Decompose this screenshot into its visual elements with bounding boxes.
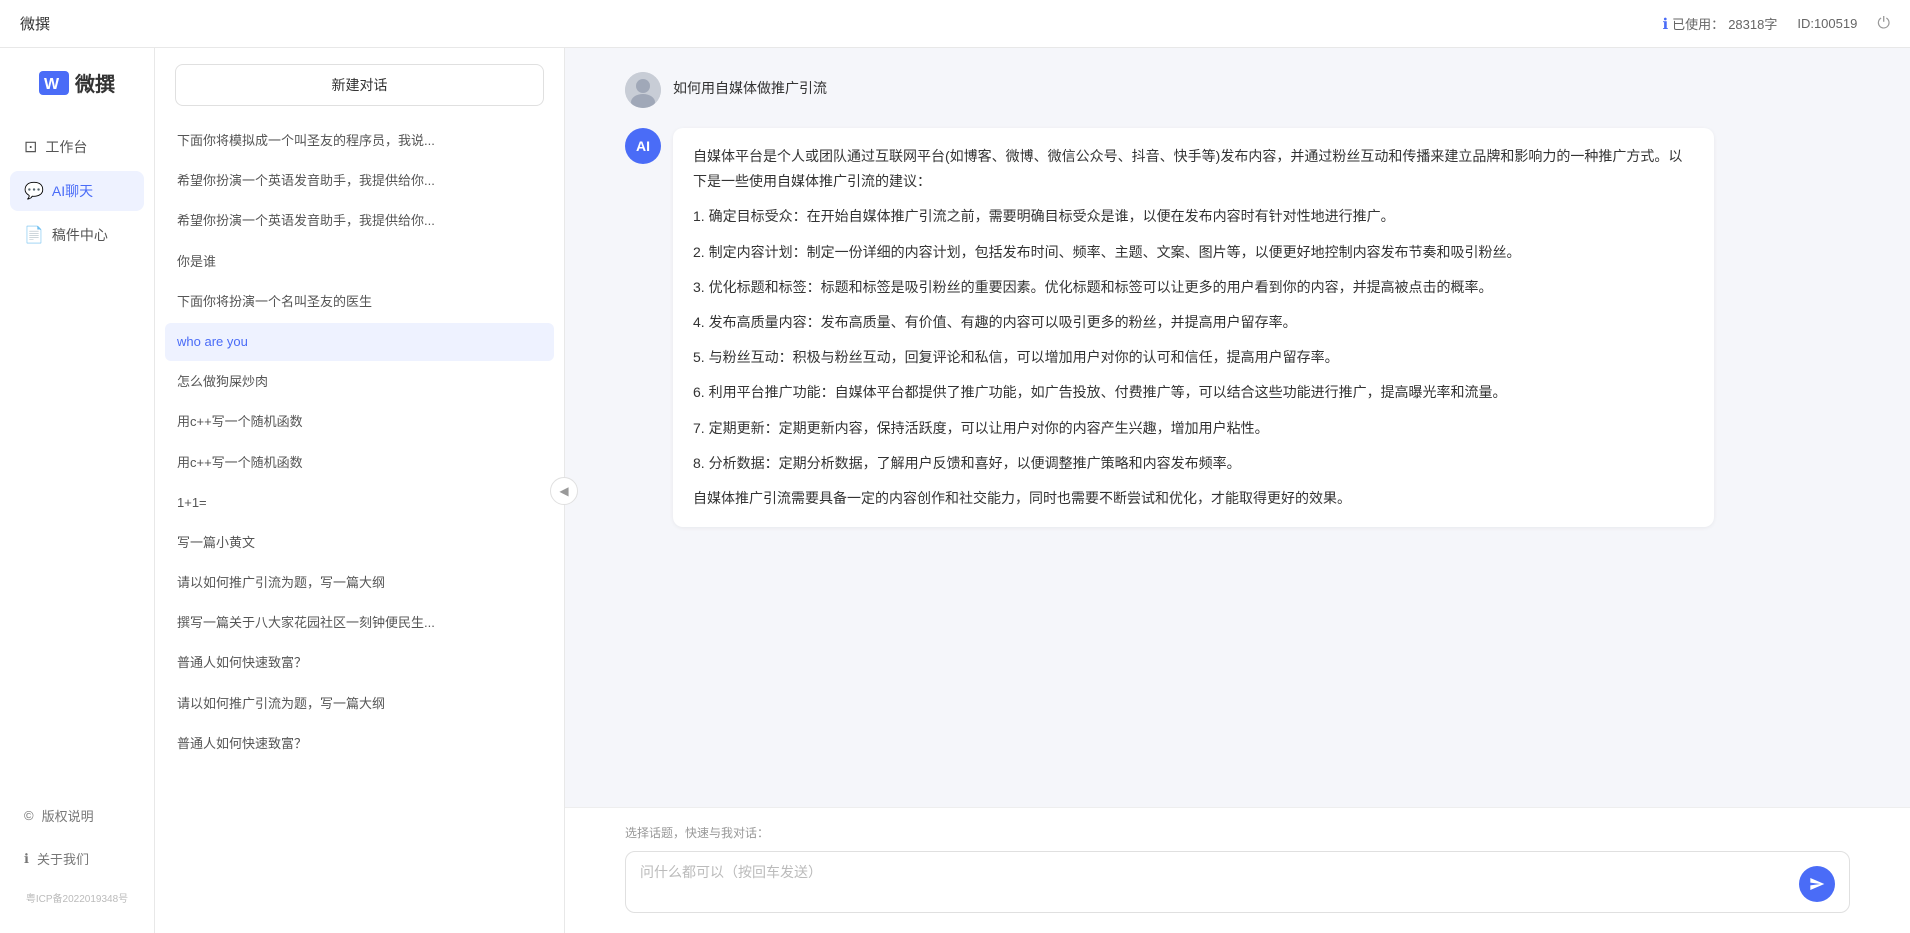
logo-icon: W <box>39 71 69 95</box>
new-chat-button[interactable]: 新建对话 <box>175 64 544 106</box>
svg-text:W: W <box>44 76 60 93</box>
sidebar-item-label: 稿件中心 <box>52 225 108 245</box>
user-message: 如何用自媒体做推广引流 <box>625 72 1850 108</box>
sidebar-item-label: AI聊天 <box>52 181 93 201</box>
main-layout: W 微撰 ⊡ 工作台 💬 AI聊天 📄 稿件中心 © 版权说明 <box>0 48 1910 933</box>
history-list: 下面你将模拟成一个叫圣友的程序员，我说...希望你扮演一个英语发音助手，我提供给… <box>155 122 564 933</box>
send-button[interactable] <box>1799 866 1835 902</box>
history-item[interactable]: 下面你将模拟成一个叫圣友的程序员，我说... <box>165 122 554 160</box>
ai-bubble: 自媒体平台是个人或团队通过互联网平台(如博客、微博、微信公众号、抖音、快手等)发… <box>673 128 1714 527</box>
logo-text: 微撰 <box>75 68 115 97</box>
chat-icon: 💬 <box>24 181 44 201</box>
history-item[interactable]: 希望你扮演一个英语发音助手，我提供给你... <box>165 202 554 240</box>
sidebar-item-ai-chat[interactable]: 💬 AI聊天 <box>10 171 144 211</box>
history-item[interactable]: 请以如何推广引流为题，写一篇大纲 <box>165 564 554 602</box>
chat-messages: 如何用自媒体做推广引流 AI 自媒体平台是个人或团队通过互联网平台(如博客、微博… <box>565 48 1910 807</box>
sidebar-about[interactable]: ℹ 关于我们 <box>10 839 144 878</box>
usage-icon: ℹ <box>1662 15 1668 33</box>
sidebar-item-workbench[interactable]: ⊡ 工作台 <box>10 127 144 167</box>
ai-paragraph: 4. 发布高质量内容：发布高质量、有价值、有趣的内容可以吸引更多的粉丝，并提高用… <box>693 310 1694 335</box>
user-message-text: 如何用自媒体做推广引流 <box>673 80 827 96</box>
input-box <box>625 851 1850 913</box>
chat-panel: 如何用自媒体做推广引流 AI 自媒体平台是个人或团队通过互联网平台(如博客、微博… <box>565 48 1910 933</box>
quick-topics-label: 选择话题，快速与我对话： <box>625 824 1850 841</box>
send-icon <box>1809 876 1825 892</box>
ai-paragraph: 自媒体推广引流需要具备一定的内容创作和社交能力，同时也需要不断尝试和优化，才能取… <box>693 486 1694 511</box>
sidebar-item-label: 工作台 <box>45 137 87 157</box>
about-icon: ℹ <box>24 851 29 867</box>
user-avatar-img <box>625 72 661 108</box>
ai-paragraph: 自媒体平台是个人或团队通过互联网平台(如博客、微博、微信公众号、抖音、快手等)发… <box>693 144 1694 194</box>
history-item[interactable]: 普通人如何快速致富？ <box>165 644 554 682</box>
history-item[interactable]: 用c++写一个随机函数 <box>165 444 554 482</box>
history-item[interactable]: 写一篇小黄文 <box>165 524 554 562</box>
power-icon[interactable]: ⏻ <box>1877 15 1890 33</box>
history-item[interactable]: 请以如何推广引流为题，写一篇大纲 <box>165 685 554 723</box>
user-bubble: 如何用自媒体做推广引流 <box>673 72 827 98</box>
draft-icon: 📄 <box>24 225 44 245</box>
user-avatar <box>625 72 661 108</box>
collapse-button[interactable]: ◀ <box>550 477 578 505</box>
history-item[interactable]: 下面你将扮演一个名叫圣友的医生 <box>165 283 554 321</box>
topbar-title: 微撰 <box>20 13 50 34</box>
copyright-icon: © <box>24 808 34 823</box>
history-item[interactable]: who are you <box>165 323 554 361</box>
usage-info: ℹ 已使用： 28318字 <box>1662 14 1777 33</box>
history-item[interactable]: 用c++写一个随机函数 <box>165 403 554 441</box>
chat-input-area: 选择话题，快速与我对话： <box>565 807 1910 933</box>
ai-message: AI 自媒体平台是个人或团队通过互联网平台(如博客、微博、微信公众号、抖音、快手… <box>625 128 1850 527</box>
ai-paragraph: 6. 利用平台推广功能：自媒体平台都提供了推广功能，如广告投放、付费推广等，可以… <box>693 380 1694 405</box>
copyright-label: 版权说明 <box>42 806 94 825</box>
ai-paragraph: 8. 分析数据：定期分析数据，了解用户反馈和喜好，以便调整推广策略和内容发布频率… <box>693 451 1694 476</box>
usage-label: 已使用： <box>1672 14 1724 33</box>
ai-paragraph: 2. 制定内容计划：制定一份详细的内容计划，包括发布时间、频率、主题、文案、图片… <box>693 240 1694 265</box>
sidebar-item-draft[interactable]: 📄 稿件中心 <box>10 215 144 255</box>
history-item[interactable]: 普通人如何快速致富？ <box>165 725 554 763</box>
nav-items: ⊡ 工作台 💬 AI聊天 📄 稿件中心 <box>0 127 154 255</box>
id-label: ID:100519 <box>1797 16 1857 31</box>
ai-avatar: AI <box>625 128 661 164</box>
ai-paragraph: 3. 优化标题和标签：标题和标签是吸引粉丝的重要因素。优化标题和标签可以让更多的… <box>693 275 1694 300</box>
ai-paragraph: 1. 确定目标受众：在开始自媒体推广引流之前，需要明确目标受众是谁，以便在发布内… <box>693 204 1694 229</box>
topbar-right: ℹ 已使用： 28318字 ID:100519 ⏻ <box>1662 14 1890 33</box>
ai-paragraph: 7. 定期更新：定期更新内容，保持活跃度，可以让用户对你的内容产生兴趣，增加用户… <box>693 416 1694 441</box>
history-item[interactable]: 1+1= <box>165 484 554 522</box>
left-sidebar: W 微撰 ⊡ 工作台 💬 AI聊天 📄 稿件中心 © 版权说明 <box>0 48 155 933</box>
logo: W 微撰 <box>39 68 115 97</box>
usage-count: 28318字 <box>1728 14 1777 33</box>
ai-paragraph: 5. 与粉丝互动：积极与粉丝互动，回复评论和私信，可以增加用户对你的认可和信任，… <box>693 345 1694 370</box>
icp-text: 粤ICP备2022019348号 <box>10 882 144 913</box>
sidebar-copyright[interactable]: © 版权说明 <box>10 796 144 835</box>
chat-input[interactable] <box>640 862 1791 902</box>
workbench-icon: ⊡ <box>24 137 37 157</box>
history-item[interactable]: 你是谁 <box>165 243 554 281</box>
sidebar-bottom: © 版权说明 ℹ 关于我们 粤ICP备2022019348号 <box>0 796 154 913</box>
about-label: 关于我们 <box>37 849 89 868</box>
middle-panel: 新建对话 下面你将模拟成一个叫圣友的程序员，我说...希望你扮演一个英语发音助手… <box>155 48 565 933</box>
topbar: 微撰 ℹ 已使用： 28318字 ID:100519 ⏻ <box>0 0 1910 48</box>
history-item[interactable]: 怎么做狗屎炒肉 <box>165 363 554 401</box>
history-item[interactable]: 撰写一篇关于八大家花园社区一刻钟便民生... <box>165 604 554 642</box>
history-item[interactable]: 希望你扮演一个英语发音助手，我提供给你... <box>165 162 554 200</box>
